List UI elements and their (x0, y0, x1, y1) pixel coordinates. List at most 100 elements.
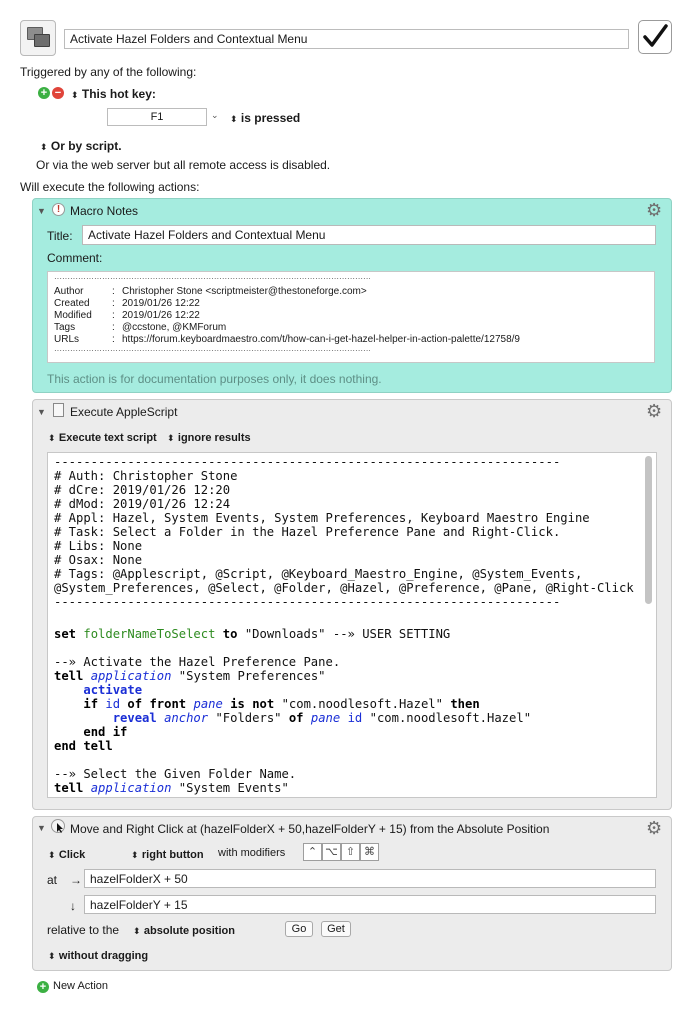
script-results-popup[interactable]: ⬍ ignore results (167, 430, 251, 444)
modifiers-label: with modifiers (218, 847, 286, 859)
hotkey-state-label: is pressed (240, 111, 301, 125)
relative-label: relative to the (47, 923, 120, 937)
script-trigger-label: Or by script. (50, 139, 122, 153)
updown-icon: ⬍ (71, 90, 79, 100)
comment-line: Created:2019/01/26 12:22 (54, 298, 520, 310)
macro-name-field[interactable]: Activate Hazel Folders and Contextual Me… (64, 29, 629, 49)
chevron-down-icon[interactable]: ⌄ (211, 110, 219, 121)
comment-value: @ccstone, @KMForum (122, 322, 227, 333)
mouse-button-popup[interactable]: ⬍ right button (131, 847, 204, 861)
comment-colon: : (112, 298, 115, 309)
comment-line: Author: Christopher Stone <scriptmeister@… (54, 286, 520, 298)
updown-icon: ⬍ (167, 433, 175, 443)
applescript-icon (53, 403, 64, 417)
script-line: # Tags: @Applescript, @Script, @Keyboard… (54, 567, 583, 581)
drag-mode-popup[interactable]: ⬍ without dragging (48, 948, 148, 962)
comment-rule: ········································… (54, 346, 370, 355)
script-line: # Auth: Christopher Stone (54, 469, 238, 483)
notes-footer: This action is for documentation purpose… (47, 372, 382, 386)
disclosure-triangle-icon[interactable]: ▼ (37, 206, 46, 216)
mouse-button-label: right button (141, 849, 204, 861)
shift-modifier-checkbox[interactable]: ⇧ (341, 843, 360, 861)
get-button[interactable]: Get (321, 921, 351, 937)
script-mode-popup[interactable]: ⬍ Execute text script (48, 430, 157, 444)
comment-key: Author (54, 286, 84, 297)
comment-value: Christopher Stone <scriptmeister@theston… (122, 286, 367, 297)
updown-icon: ⬍ (48, 433, 56, 443)
at-label: at (47, 873, 58, 887)
disclosure-triangle-icon[interactable]: ▼ (37, 823, 46, 833)
command-modifier-checkbox[interactable]: ⌘ (360, 843, 379, 861)
notes-title-label: Title: (47, 229, 73, 243)
click-type-label: Click (58, 849, 86, 861)
gear-icon[interactable]: ⚙ (646, 200, 662, 221)
click-action-title: Move and Right Click at (hazelFolderX + … (70, 822, 550, 836)
comment-key: Tags (54, 322, 76, 333)
updown-icon: ⬍ (48, 951, 56, 961)
click-type-popup[interactable]: ⬍ Click (48, 847, 85, 861)
add-trigger-icon[interactable]: + (38, 87, 50, 99)
go-button[interactable]: Go (285, 921, 313, 937)
control-modifier-checkbox[interactable]: ⌃ (303, 843, 322, 861)
comment-key: Modified (54, 310, 92, 321)
script-code: set folderNameToSelect to "Downloads" --… (54, 627, 532, 795)
gear-icon[interactable]: ⚙ (646, 401, 662, 422)
script-header-lines: ----------------------------------------… (48, 453, 656, 611)
script-trigger-popup[interactable]: ⬍ Or by script. (40, 139, 122, 153)
disclosure-triangle-icon[interactable]: ▼ (37, 407, 46, 417)
gear-icon[interactable]: ⚙ (646, 818, 662, 839)
hotkey-trigger-popup[interactable]: ⬍ This hot key: (71, 87, 156, 101)
comment-colon: : (112, 322, 115, 333)
checkmark-icon (643, 24, 668, 47)
script-line: # dCre: 2019/01/26 12:20 (54, 483, 231, 497)
notes-comment-field[interactable]: ········································… (47, 271, 655, 363)
notes-title-field[interactable]: Activate Hazel Folders and Contextual Me… (82, 225, 656, 245)
new-action-button[interactable]: New Action (53, 980, 108, 992)
drag-mode-label: without dragging (58, 950, 149, 962)
updown-icon: ⬍ (133, 926, 141, 936)
y-arrow-icon: ↓ (70, 899, 76, 913)
script-results-label: ignore results (177, 432, 251, 444)
comment-line: Modified:2019/01/26 12:22 (54, 310, 520, 322)
script-line: # dMod: 2019/01/26 12:24 (54, 497, 231, 511)
y-coordinate-field[interactable]: hazelFolderY + 15 (84, 895, 656, 914)
comment-key: Created (54, 298, 90, 309)
script-editor[interactable]: ----------------------------------------… (47, 452, 657, 798)
hotkey-trigger-label: This hot key: (81, 87, 156, 101)
script-line: @System_Preferences, @Select, @Folder, @… (54, 581, 634, 595)
comment-rule: ········································… (54, 274, 370, 283)
comment-value: 2019/01/26 12:22 (122, 298, 200, 309)
macro-group-icon (20, 20, 56, 56)
add-action-icon[interactable]: + (37, 981, 49, 993)
updown-icon: ⬍ (40, 142, 48, 152)
updown-icon: ⬍ (230, 114, 238, 124)
mouse-click-icon (51, 819, 65, 833)
webserver-note: Or via the web server but all remote acc… (36, 158, 331, 172)
updown-icon: ⬍ (131, 850, 139, 860)
remove-trigger-icon[interactable]: − (52, 87, 64, 99)
notes-icon: ! (52, 203, 65, 216)
triggers-heading: Triggered by any of the following: (20, 65, 197, 79)
x-arrow-icon: → (70, 873, 82, 887)
comment-colon: : (112, 310, 115, 321)
hotkey-field[interactable]: F1 (107, 108, 207, 126)
script-line: # Libs: None (54, 539, 143, 553)
script-line: # Osax: None (54, 553, 143, 567)
script-mode-label: Execute text script (58, 432, 157, 444)
relative-position-popup[interactable]: ⬍ absolute position (133, 923, 235, 937)
comment-value: 2019/01/26 12:22 (122, 310, 200, 321)
applescript-action-title: Execute AppleScript (70, 405, 178, 419)
script-scrollbar[interactable] (645, 456, 652, 604)
script-line: ----------------------------------------… (54, 595, 561, 609)
updown-icon: ⬍ (48, 850, 56, 860)
comment-colon: : (112, 286, 115, 297)
hotkey-state-popup[interactable]: ⬍ is pressed (230, 111, 300, 125)
script-line: # Task: Select a Folder in the Hazel Pre… (54, 525, 561, 539)
comment-line: Tags: @ccstone, @KMForum (54, 322, 520, 334)
option-modifier-checkbox[interactable]: ⌥ (322, 843, 341, 861)
macro-enabled-checkbox[interactable] (638, 20, 672, 54)
comment-value: https://forum.keyboardmaestro.com/t/how-… (122, 334, 520, 345)
notes-action-title: Macro Notes (70, 204, 139, 218)
x-coordinate-field[interactable]: hazelFolderX + 50 (84, 869, 656, 888)
script-line: # Appl: Hazel, System Events, System Pre… (54, 511, 590, 525)
